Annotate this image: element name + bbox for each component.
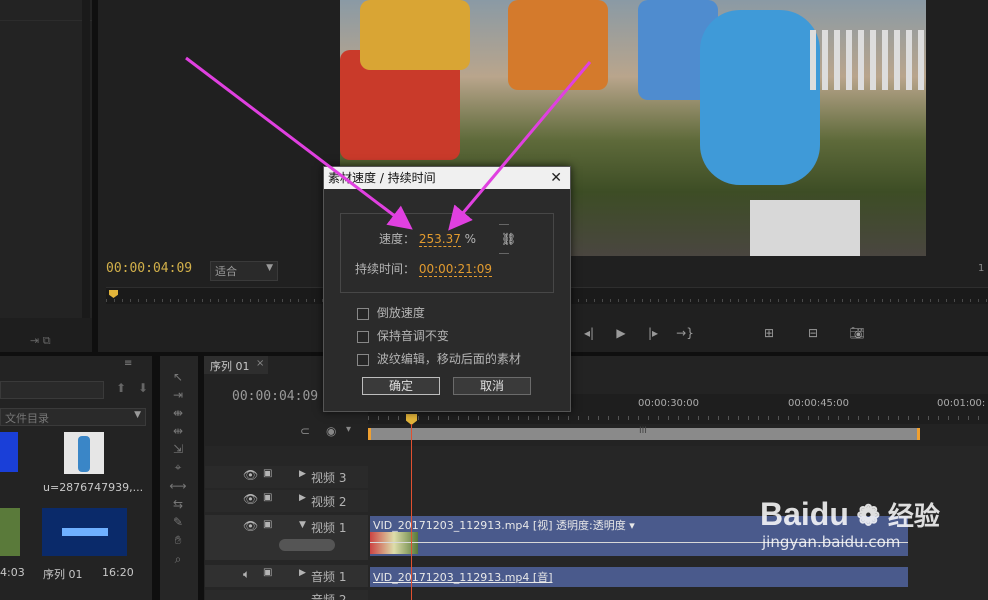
paw-icon: ❁: [848, 500, 888, 531]
baidu-brand-cn: 经验: [887, 501, 940, 531]
baidu-logo: Baidu ❁ 经验: [760, 496, 940, 533]
baidu-url: jingyan.baidu.com: [762, 533, 901, 551]
annotation-arrow-left: [185, 56, 413, 230]
baidu-brand: Baidu: [760, 496, 849, 532]
annotation-arrow-right: [448, 61, 592, 231]
baidu-watermark: Baidu ❁ 经验 jingyan.baidu.com: [760, 496, 940, 551]
